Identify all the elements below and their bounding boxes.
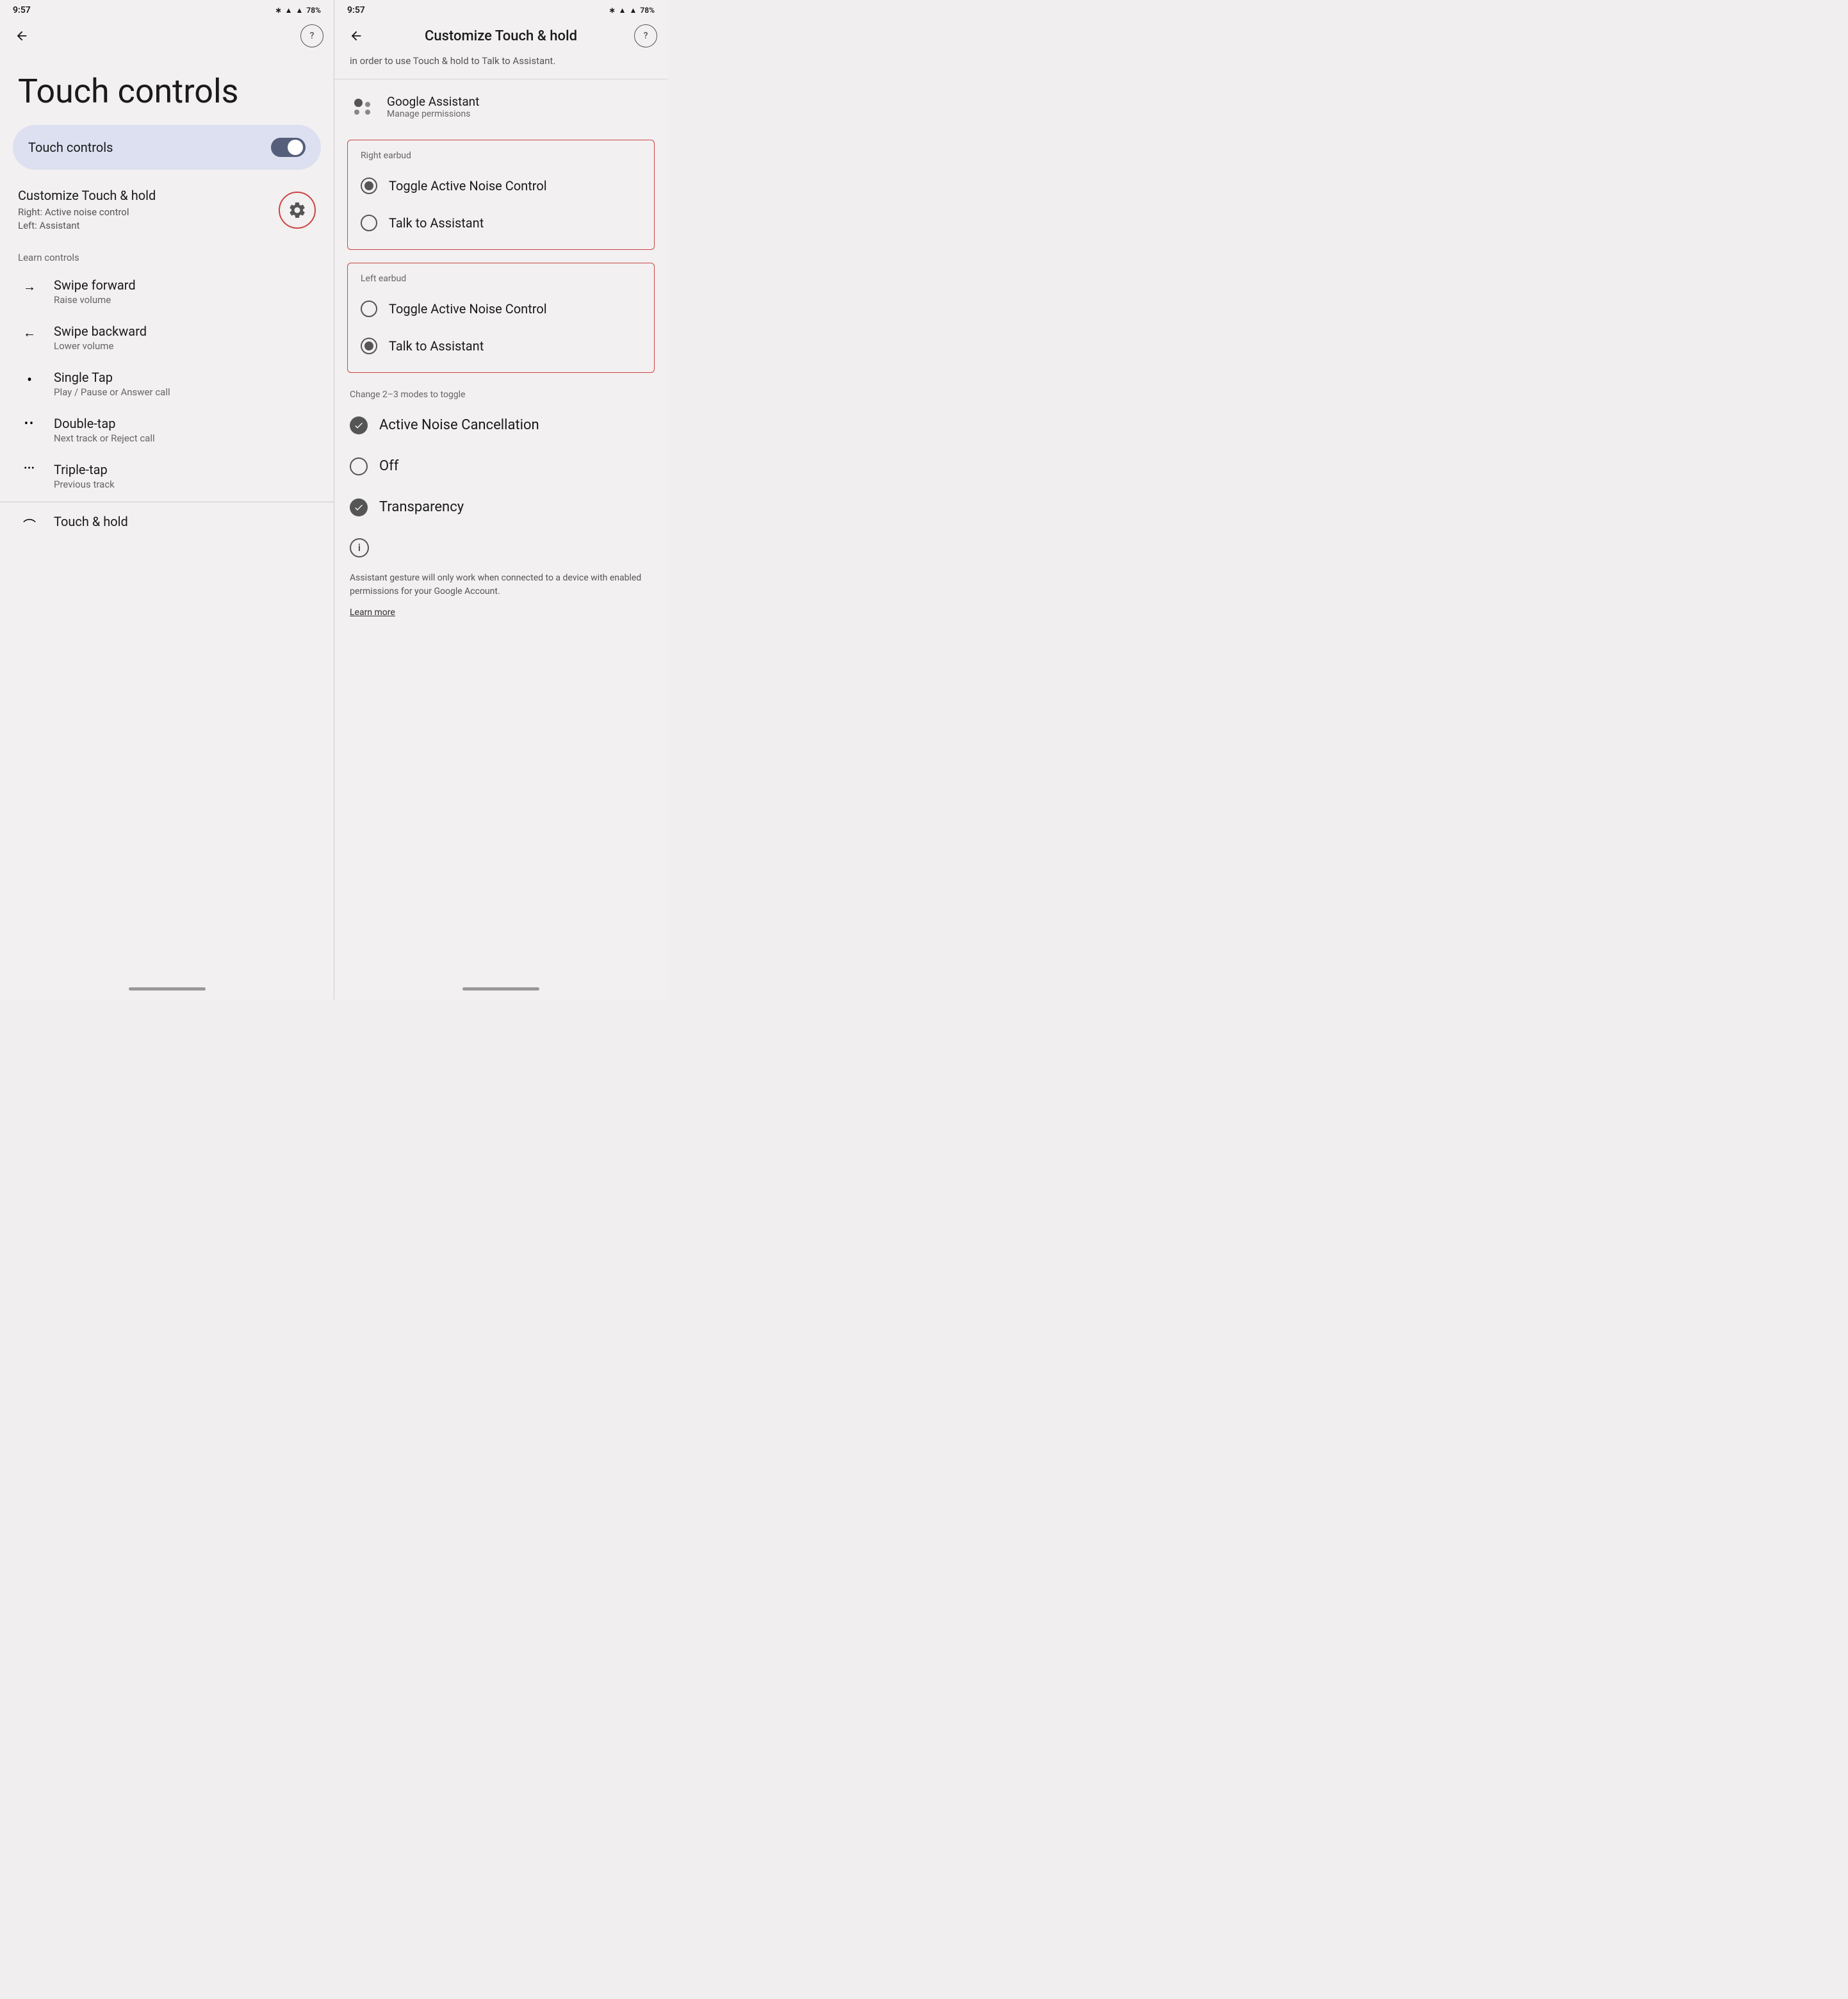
gesture-swipe-backward: ← Swipe backward Lower volume: [0, 315, 334, 361]
right-earbud-section: Right earbud Toggle Active Noise Control…: [347, 140, 655, 250]
gestures-list: → Swipe forward Raise volume ← Swipe bac…: [0, 268, 334, 543]
time-right: 9:57: [347, 5, 365, 15]
double-tap-title: Double-tap: [54, 416, 316, 431]
learn-more-link[interactable]: Learn more: [334, 606, 667, 628]
swipe-backward-title: Swipe backward: [54, 324, 316, 339]
assistant-row[interactable]: Google Assistant Manage permissions: [334, 79, 667, 135]
check-anc[interactable]: [350, 416, 368, 434]
double-tap-icon: ••: [18, 416, 41, 431]
footer-text: Assistant gesture will only work when co…: [334, 568, 667, 606]
bottom-handle-left: [129, 987, 206, 991]
bottom-handle-right: [462, 987, 539, 991]
bluetooth-icon-r: ∗: [609, 6, 616, 15]
status-bar-left: 9:57 ∗ ▲ ▲ 78%: [0, 0, 334, 19]
right-radio-assistant[interactable]: [361, 215, 377, 231]
customize-title: Customize Touch & hold: [18, 188, 279, 203]
bluetooth-icon: ∗: [275, 6, 282, 15]
customize-subtitle2: Left: Assistant: [18, 219, 279, 233]
left-panel: 9:57 ∗ ▲ ▲ 78% ? Touch controls Touch co…: [0, 0, 334, 1000]
right-assistant-label: Talk to Assistant: [389, 215, 484, 231]
assistant-title: Google Assistant: [387, 94, 479, 109]
assistant-sub: Manage permissions: [387, 109, 479, 119]
right-anc-label: Toggle Active Noise Control: [389, 178, 547, 193]
right-radio-anc[interactable]: [361, 177, 377, 194]
transparency-label: Transparency: [379, 499, 464, 515]
touch-controls-toggle[interactable]: [271, 138, 306, 157]
left-anc-label: Toggle Active Noise Control: [389, 301, 547, 317]
gear-button[interactable]: [279, 192, 316, 229]
page-title-left: Touch controls: [0, 54, 334, 125]
status-icons-right: ∗ ▲ ▲ 78%: [609, 6, 655, 15]
learn-controls-label: Learn controls: [0, 239, 334, 268]
modes-label: Change 2–3 modes to toggle: [334, 381, 667, 405]
top-bar-right: Customize Touch & hold ?: [334, 19, 667, 54]
left-radio-assistant[interactable]: [361, 338, 377, 354]
single-tap-icon: •: [18, 370, 41, 389]
battery-right: 78%: [640, 6, 655, 15]
left-earbud-section: Left earbud Toggle Active Noise Control …: [347, 263, 655, 373]
customize-subtitle1: Right: Active noise control: [18, 206, 279, 219]
toggle-label: Touch controls: [28, 140, 113, 155]
signal-icon: ▲: [296, 6, 304, 15]
info-icon: i: [350, 538, 369, 557]
gesture-single-tap: • Single Tap Play / Pause or Answer call: [0, 361, 334, 407]
double-tap-sub: Next track or Reject call: [54, 432, 316, 444]
left-option-anc[interactable]: Toggle Active Noise Control: [348, 290, 654, 327]
gesture-touch-hold: ⌒ Touch & hold: [0, 505, 334, 543]
mode-anc[interactable]: Active Noise Cancellation: [334, 405, 667, 446]
swipe-backward-sub: Lower volume: [54, 340, 316, 352]
toggle-row[interactable]: Touch controls: [13, 125, 321, 170]
status-bar-right: 9:57 ∗ ▲ ▲ 78%: [334, 0, 667, 19]
anc-label: Active Noise Cancellation: [379, 417, 539, 433]
top-bar-left: ?: [0, 19, 334, 54]
signal-icon-r: ▲: [630, 6, 637, 15]
touch-hold-icon: ⌒: [18, 514, 41, 534]
status-icons-left: ∗ ▲ ▲ 78%: [275, 6, 321, 15]
customize-row[interactable]: Customize Touch & hold Right: Active noi…: [0, 170, 334, 239]
triple-tap-title: Triple-tap: [54, 462, 316, 477]
right-panel-title: Customize Touch & hold: [368, 28, 634, 44]
single-tap-sub: Play / Pause or Answer call: [54, 386, 316, 398]
swipe-forward-sub: Raise volume: [54, 294, 316, 306]
left-assistant-label: Talk to Assistant: [389, 338, 484, 354]
left-radio-anc[interactable]: [361, 300, 377, 317]
touch-hold-title: Touch & hold: [54, 514, 316, 529]
right-panel: 9:57 ∗ ▲ ▲ 78% Customize Touch & hold ? …: [334, 0, 667, 1000]
help-button-left[interactable]: ?: [300, 24, 323, 47]
swipe-forward-title: Swipe forward: [54, 277, 316, 293]
customize-text: Customize Touch & hold Right: Active noi…: [18, 188, 279, 233]
gesture-triple-tap: ••• Triple-tap Previous track: [0, 453, 334, 499]
left-option-assistant[interactable]: Talk to Assistant: [348, 327, 654, 365]
wifi-icon-r: ▲: [619, 6, 626, 15]
help-button-right[interactable]: ?: [634, 24, 657, 47]
right-option-anc[interactable]: Toggle Active Noise Control: [348, 167, 654, 204]
mode-transparency[interactable]: Transparency: [334, 487, 667, 528]
wifi-icon: ▲: [285, 6, 293, 15]
triple-tap-icon: •••: [18, 462, 41, 473]
triple-tap-sub: Previous track: [54, 479, 316, 490]
check-off[interactable]: [350, 457, 368, 475]
gesture-double-tap: •• Double-tap Next track or Reject call: [0, 407, 334, 453]
gesture-swipe-forward: → Swipe forward Raise volume: [0, 268, 334, 315]
off-label: Off: [379, 458, 398, 474]
right-option-assistant[interactable]: Talk to Assistant: [348, 204, 654, 242]
single-tap-title: Single Tap: [54, 370, 316, 385]
check-transparency[interactable]: [350, 498, 368, 516]
left-earbud-label: Left earbud: [348, 271, 654, 290]
swipe-forward-icon: →: [18, 277, 41, 295]
back-button-left[interactable]: [10, 24, 33, 47]
time-left: 9:57: [13, 5, 31, 15]
right-earbud-label: Right earbud: [348, 148, 654, 167]
back-button-right[interactable]: [345, 24, 368, 47]
mode-off[interactable]: Off: [334, 446, 667, 487]
scroll-hint-text: in order to use Touch & hold to Talk to …: [334, 54, 667, 79]
assistant-icon: [350, 94, 377, 120]
swipe-backward-icon: ←: [18, 324, 41, 341]
battery-left: 78%: [306, 6, 321, 15]
